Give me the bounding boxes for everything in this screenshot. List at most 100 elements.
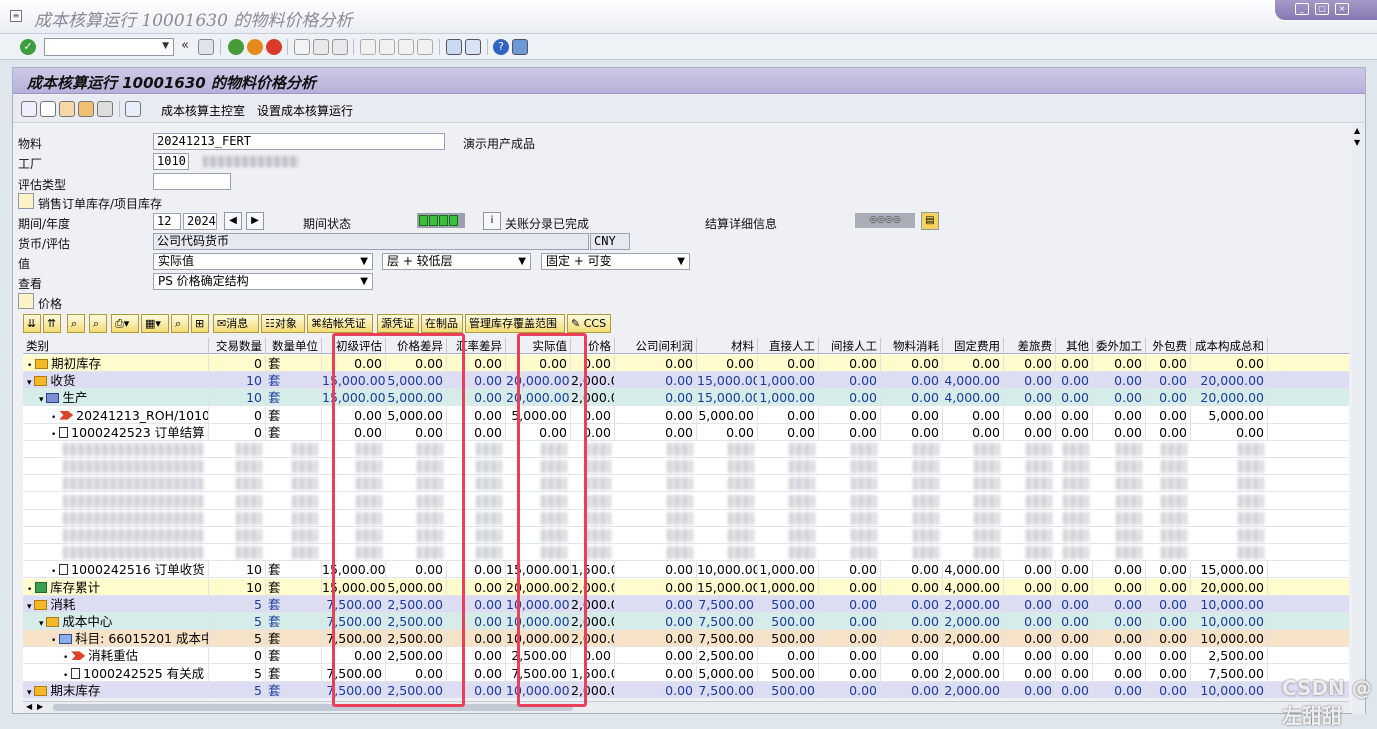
column-header[interactable]: 材料 [697,338,758,354]
value-select[interactable]: 实际值 ▼ [153,253,373,270]
table-row[interactable]: • 1000242525 有关成 5 套 7,500.00 0.00 0.00 7,500.… [23,664,1349,682]
expander-icon[interactable]: • [51,413,59,423]
scroll-down-icon[interactable]: ▼ [1354,138,1360,147]
category-cell[interactable]: • 20241213_ROH/1010 [23,406,209,424]
expander-icon[interactable]: • [51,430,59,440]
fixed-variable-select[interactable]: 固定 + 可变 ▼ [541,253,690,270]
collapse-all-icon[interactable]: ⇈ [43,314,61,333]
columns-icon[interactable] [97,101,113,117]
scroll-left-icon[interactable]: ◀ [26,702,32,711]
column-header[interactable]: 实际值 [506,338,571,354]
scroll-up-icon[interactable]: ▲ [1354,126,1360,135]
exit-icon[interactable] [247,39,263,55]
category-cell[interactable]: ▾ 期末库存 [23,681,209,698]
minimize-icon[interactable]: _ [1295,3,1309,15]
expand-price-icon[interactable] [18,293,34,309]
column-header[interactable]: 价格差异 [386,338,447,354]
plant-field[interactable]: 1010 [153,153,189,170]
table-row[interactable]: ▾ 期末库存 5 套 7,500.00 2,500.00 0.00 10,000.00 2,0… [23,681,1349,698]
column-header[interactable]: 数量单位 [266,338,322,354]
details-icon[interactable]: ⌕ [171,314,189,333]
table-row[interactable]: ▾ 收货 10 套 15,000.00 5,000.00 0.00 20,000.00 2,0… [23,372,1349,390]
column-header[interactable]: 初级评估 [322,338,386,354]
save-icon[interactable] [198,39,214,55]
maximize-icon[interactable]: □ [1315,3,1329,15]
customize-layout-icon[interactable] [512,39,528,55]
scroll-thumb[interactable] [53,704,573,711]
category-cell[interactable]: • 库存累计 [23,578,209,596]
table-row[interactable]: • 库存累计 10 套 15,000.00 5,000.00 0.00 20,000.00 2… [23,578,1349,596]
layout-icon[interactable]: ▦▾ [141,314,169,333]
year-field[interactable]: 2024 [183,213,217,230]
last-page-icon[interactable] [417,39,433,55]
help-icon[interactable]: ? [493,39,509,55]
find-next-icon[interactable] [332,39,348,55]
valuation-type-field[interactable] [153,173,231,190]
expander-icon[interactable]: • [51,636,59,646]
settlement-doc-button[interactable]: ⌘结帐凭证 [307,314,373,333]
setup-costing-run-button[interactable]: 设置成本核算运行 [257,102,353,119]
category-cell[interactable]: • 1000242523 订单结算 [23,423,209,441]
prev-period-button[interactable]: ◀ [224,212,242,230]
column-header[interactable]: 固定费用 [943,338,1004,354]
column-header[interactable]: 委外加工 [1093,338,1146,354]
table-row[interactable]: ▾ 生产 10 套 15,000.00 5,000.00 0.00 20,000.00 2,0… [23,389,1349,407]
category-cell[interactable]: • 科目: 66015201 成本中 [23,630,209,648]
table-row[interactable]: • 期初库存 0 套 0.00 0.00 0.00 0.00 0.00 0.00 0.00 0.00… [23,355,1349,372]
expand-all-icon[interactable]: ⇊ [23,314,41,333]
horizontal-scrollbar[interactable]: ◀ ▶ [23,701,1349,713]
enter-icon[interactable]: ✓ [20,39,36,55]
category-cell[interactable]: ▾ 收货 [23,372,209,390]
table-row[interactable]: • 消耗重估 0 套 0.00 2,500.00 0.00 2,500.00 0.00 0.00… [23,647,1349,665]
source-doc-button[interactable]: 源凭证 [377,314,419,333]
mgmt-stock-range-button[interactable]: 管理库存覆盖范围 [465,314,565,333]
layout-icon[interactable] [78,101,94,117]
cockpit-button[interactable]: 成本核算主控室 [161,102,245,119]
column-header[interactable]: 交易数量 [209,338,266,354]
column-header[interactable]: 直接人工 [758,338,819,354]
expander-icon[interactable]: ▾ [27,688,34,698]
hierarchy-icon[interactable] [59,101,75,117]
column-header[interactable]: 汇率差异 [447,338,506,354]
vertical-scrollbar[interactable]: ▲ ▼ [1352,124,1365,714]
find-next-icon[interactable]: ⌕ [89,314,107,333]
layer-select[interactable]: 层 + 较低层 ▼ [382,253,531,270]
display-icon[interactable] [125,101,141,117]
period-field[interactable]: 12 [153,213,181,230]
scroll-right-icon[interactable]: ▶ [37,702,43,711]
category-cell[interactable]: • 1000242516 订单收货 [23,561,209,579]
category-cell[interactable]: • 期初库存 [23,355,209,372]
expander-icon[interactable]: ▾ [39,619,46,629]
collapse-icon[interactable]: « [181,39,197,55]
column-header[interactable]: 公司间利润 [615,338,697,354]
category-cell[interactable]: ▾ 消耗 [23,595,209,613]
back-icon[interactable] [228,39,244,55]
table-row[interactable]: • 科目: 66015201 成本中 5 套 7,500.00 2,500.00 0.00… [23,630,1349,648]
table-row[interactable]: ▾ 成本中心 5 套 7,500.00 2,500.00 0.00 10,000.00 2,0… [23,613,1349,630]
first-page-icon[interactable] [360,39,376,55]
table-icon[interactable] [40,101,56,117]
info-icon[interactable]: i [483,212,501,230]
table-row[interactable]: • 1000242516 订单收货 10 套 15,000.00 0.00 0.00 15,… [23,561,1349,579]
expander-icon[interactable]: ▾ [27,602,34,612]
shortcut-icon[interactable] [465,39,481,55]
find-icon[interactable]: ⌕ [67,314,85,333]
find-icon[interactable] [313,39,329,55]
column-header[interactable]: 类别 [23,338,209,354]
next-period-button[interactable]: ▶ [246,212,264,230]
next-page-icon[interactable] [398,39,414,55]
view-select[interactable]: PS 价格确定结构 ▼ [153,273,373,290]
close-icon[interactable]: × [1335,3,1349,15]
wip-button[interactable]: 在制品 [421,314,463,333]
category-cell[interactable]: • 1000242525 有关成 [23,664,209,682]
print-icon[interactable] [294,39,310,55]
column-header[interactable]: 其他 [1056,338,1093,354]
column-header[interactable]: 差旅费 [1004,338,1056,354]
table-row[interactable]: ▾ 消耗 5 套 7,500.00 2,500.00 0.00 10,000.00 2,000… [23,595,1349,613]
command-field[interactable]: ▼ [44,38,174,56]
hierarchy-icon[interactable]: ⊞ [191,314,209,333]
expander-icon[interactable]: • [63,653,71,663]
cancel-icon[interactable] [266,39,282,55]
column-header[interactable]: 成本构成总和 [1191,338,1268,354]
column-header[interactable]: 物料消耗 [881,338,943,354]
